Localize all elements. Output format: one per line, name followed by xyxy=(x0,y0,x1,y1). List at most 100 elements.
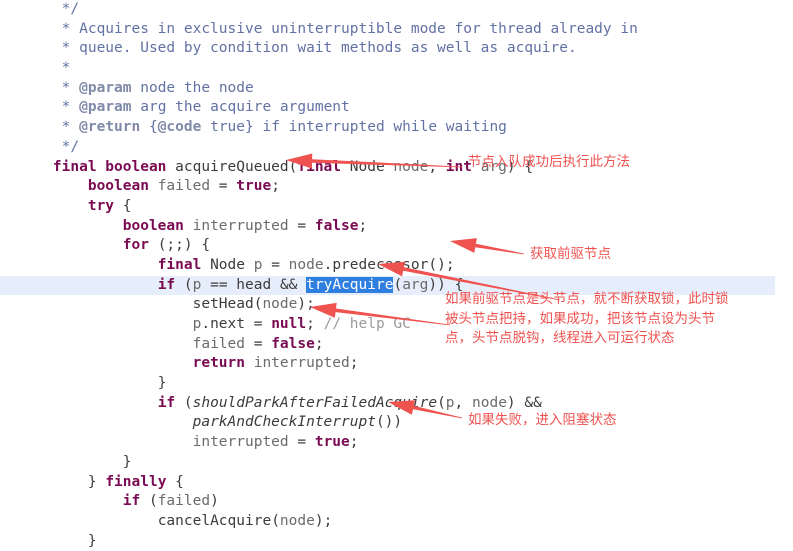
code-token: ; xyxy=(349,434,359,451)
code-token: ; xyxy=(349,355,359,372)
code-token: * xyxy=(61,119,80,136)
code-line[interactable]: */ xyxy=(0,138,793,158)
code-token: boolean xyxy=(122,217,193,234)
code-token: (;;) { xyxy=(157,237,211,254)
code-token: node the node xyxy=(131,79,254,96)
code-line[interactable]: if (failed) xyxy=(0,492,793,512)
code-token: int xyxy=(445,158,481,175)
code-token: * xyxy=(61,79,80,96)
code-line[interactable]: * @param node the node xyxy=(0,79,793,99)
code-token: ; xyxy=(314,335,324,352)
code-token: boolean xyxy=(87,178,158,195)
code-editor-viewport[interactable]: */ * Acquires in exclusive uninterruptib… xyxy=(0,0,793,549)
code-token: ( xyxy=(437,394,446,411)
code-token: ) && xyxy=(506,394,542,411)
code-line[interactable]: final boolean acquireQueued(final Node n… xyxy=(0,158,793,178)
code-line[interactable]: if (shouldParkAfterFailedAcquire(p, node… xyxy=(0,394,793,414)
code-token: } xyxy=(122,453,132,470)
code-token: ( xyxy=(393,276,403,293)
code-token: * Acquires in exclusive uninterruptible … xyxy=(61,20,638,37)
code-line[interactable]: return interrupted; xyxy=(0,354,793,374)
code-token: */ xyxy=(61,138,80,155)
code-token: node xyxy=(279,512,315,529)
code-token: == xyxy=(210,276,237,293)
code-token: ( xyxy=(183,276,193,293)
code-token: ); xyxy=(314,512,333,529)
code-line[interactable]: if (p == head && tryAcquire(arg)) { xyxy=(0,275,775,296)
code-token: ) { xyxy=(506,158,534,175)
code-token: p xyxy=(192,276,211,293)
code-line[interactable]: setHead(node); xyxy=(0,295,793,315)
code-token: * xyxy=(61,99,80,116)
code-token: node xyxy=(472,394,507,411)
code-token: acquireQueued( xyxy=(175,158,298,175)
code-token: ( xyxy=(183,394,193,411)
code-token: = xyxy=(271,256,289,273)
code-line[interactable]: boolean failed = true; xyxy=(0,177,793,197)
code-token: , xyxy=(454,394,472,411)
code-token: interrupted xyxy=(192,217,298,234)
code-token: , xyxy=(428,158,446,175)
code-token: } xyxy=(87,473,106,490)
code-line[interactable]: failed = false; xyxy=(0,335,793,355)
code-token: predecessor xyxy=(332,256,429,273)
code-token: // help GC xyxy=(323,316,411,332)
code-line[interactable]: for (;;) { xyxy=(0,236,793,256)
code-token: @param xyxy=(79,79,132,96)
code-token: interrupted xyxy=(253,355,350,372)
code-token: )) { xyxy=(428,276,464,293)
code-token: shouldParkAfterFailedAcquire xyxy=(192,394,438,411)
code-token: final xyxy=(297,158,350,175)
code-line[interactable]: * @return {@code true} if interrupted wh… xyxy=(0,118,793,138)
code-line[interactable]: boolean interrupted = false; xyxy=(0,217,793,237)
code-line[interactable]: * @param arg the acquire argument xyxy=(0,98,793,118)
code-token: arg xyxy=(402,276,429,293)
code-token: ; xyxy=(358,217,368,234)
code-token: arg the acquire argument xyxy=(131,99,350,116)
code-line[interactable]: * Acquires in exclusive uninterruptible … xyxy=(0,20,793,40)
code-line[interactable]: * xyxy=(0,59,793,79)
code-token: ); xyxy=(297,296,315,313)
code-token: ()) xyxy=(375,414,403,431)
code-token: final xyxy=(157,256,211,273)
code-line[interactable]: } xyxy=(0,532,793,551)
code-token: Node xyxy=(349,158,394,175)
code-line[interactable]: */ xyxy=(0,0,793,20)
code-line[interactable]: p.next = null; // help GC xyxy=(0,315,793,335)
code-line[interactable]: } xyxy=(0,453,793,473)
code-token: p xyxy=(253,256,272,273)
code-line[interactable]: try { xyxy=(0,197,793,217)
code-token: ( xyxy=(271,512,280,529)
code-token: = xyxy=(218,178,237,195)
code-line[interactable]: interrupted = true; xyxy=(0,433,793,453)
code-token: @return xyxy=(79,119,141,136)
code-line[interactable]: final Node p = node.predecessor(); xyxy=(0,256,793,276)
code-token: @code xyxy=(157,119,202,136)
code-line[interactable]: parkAndCheckInterrupt()) xyxy=(0,413,793,433)
code-line[interactable]: * queue. Used by condition wait methods … xyxy=(0,39,793,59)
code-token: = xyxy=(253,335,272,352)
code-line[interactable]: } finally { xyxy=(0,473,793,493)
code-token: failed xyxy=(192,335,254,352)
code-token: null xyxy=(271,316,307,332)
code-line[interactable]: } xyxy=(0,374,793,394)
